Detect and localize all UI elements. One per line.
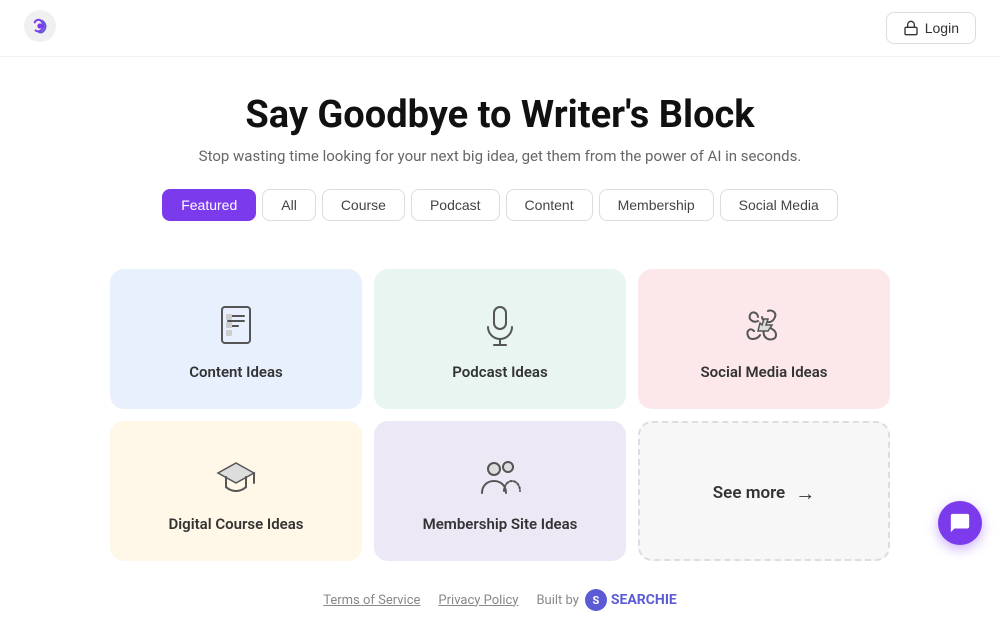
- content-ideas-icon: [212, 301, 260, 349]
- hero-title: Say Goodbye to Writer's Block: [20, 93, 980, 137]
- membership-site-ideas-icon: [476, 453, 524, 501]
- login-label: Login: [925, 20, 959, 36]
- content-ideas-label: Content Ideas: [189, 363, 283, 381]
- terms-link[interactable]: Terms of Service: [323, 593, 420, 608]
- card-content-ideas[interactable]: Content Ideas: [110, 269, 362, 409]
- logo: [24, 10, 56, 46]
- social-media-ideas-icon: [740, 301, 788, 349]
- membership-site-ideas-label: Membership Site Ideas: [423, 515, 578, 533]
- built-by: Built by S SEARCHIE: [536, 589, 676, 611]
- tab-membership[interactable]: Membership: [599, 189, 714, 221]
- searchie-name: SEARCHIE: [611, 592, 677, 608]
- card-membership-site-ideas[interactable]: Membership Site Ideas: [374, 421, 626, 561]
- social-media-ideas-label: Social Media Ideas: [701, 363, 828, 381]
- tab-content[interactable]: Content: [506, 189, 593, 221]
- built-by-label: Built by: [536, 593, 578, 608]
- ideas-grid: Content Ideas Podcast Ideas Social: [90, 269, 910, 561]
- chat-bubble-button[interactable]: [938, 501, 982, 545]
- digital-course-ideas-icon: [212, 453, 260, 501]
- filter-tabs: Featured All Course Podcast Content Memb…: [20, 189, 980, 221]
- see-more-label: See more: [713, 483, 785, 503]
- card-podcast-ideas[interactable]: Podcast Ideas: [374, 269, 626, 409]
- searchie-brand: S SEARCHIE: [585, 589, 677, 611]
- chat-icon: [949, 512, 971, 534]
- podcast-ideas-label: Podcast Ideas: [452, 363, 547, 381]
- hero-subtitle: Stop wasting time looking for your next …: [20, 147, 980, 165]
- tab-featured[interactable]: Featured: [162, 189, 256, 221]
- digital-course-ideas-label: Digital Course Ideas: [169, 515, 304, 533]
- hero-section: Say Goodbye to Writer's Block Stop wasti…: [0, 57, 1000, 269]
- see-more-content: See more →: [713, 481, 815, 506]
- tab-course[interactable]: Course: [322, 189, 405, 221]
- footer: Terms of Service Privacy Policy Built by…: [0, 561, 1000, 627]
- card-see-more[interactable]: See more →: [638, 421, 890, 561]
- podcast-ideas-icon: [476, 301, 524, 349]
- card-social-media-ideas[interactable]: Social Media Ideas: [638, 269, 890, 409]
- card-digital-course-ideas[interactable]: Digital Course Ideas: [110, 421, 362, 561]
- tab-all[interactable]: All: [262, 189, 316, 221]
- tab-social-media[interactable]: Social Media: [720, 189, 838, 221]
- searchie-icon: S: [585, 589, 607, 611]
- arrow-right-icon: →: [795, 481, 815, 506]
- privacy-link[interactable]: Privacy Policy: [438, 593, 518, 608]
- header: Login: [0, 0, 1000, 57]
- tab-podcast[interactable]: Podcast: [411, 189, 500, 221]
- login-button[interactable]: Login: [886, 12, 976, 44]
